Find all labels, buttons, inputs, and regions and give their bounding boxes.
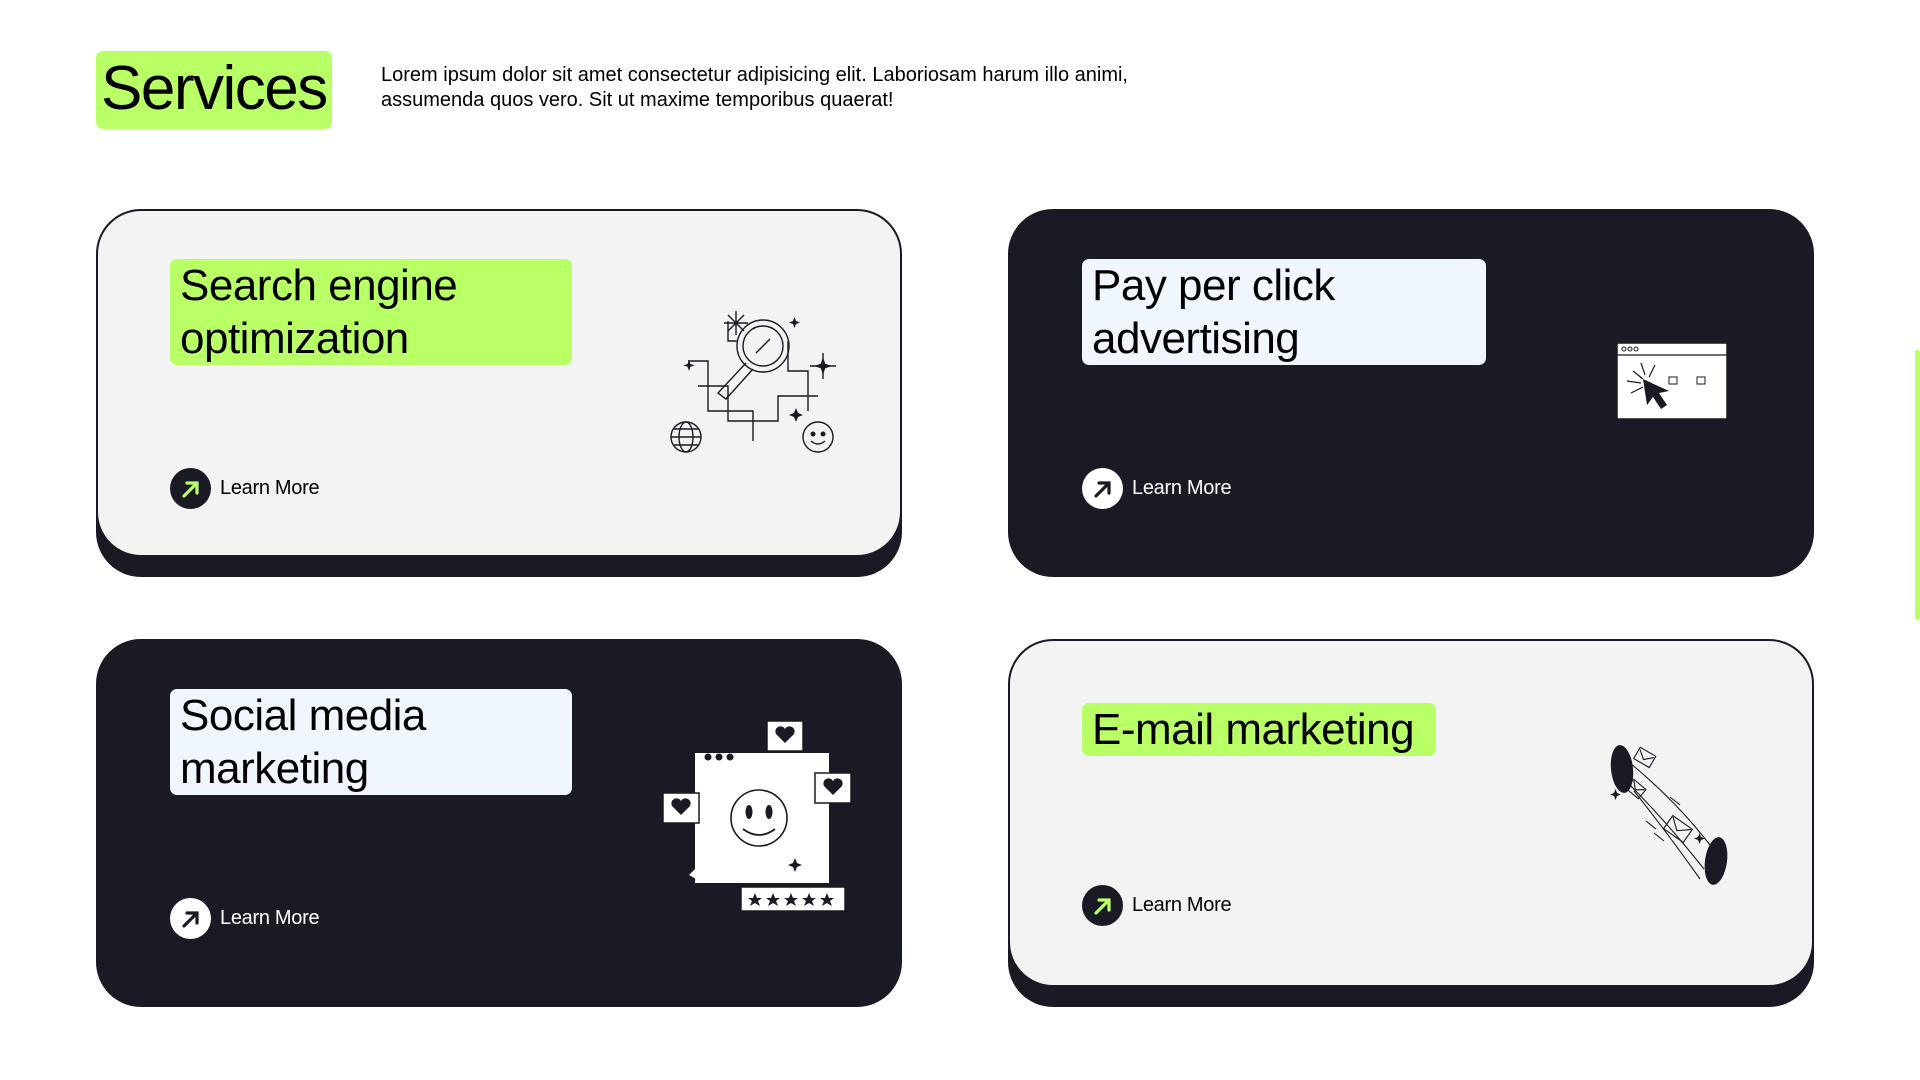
arrow-icon (1082, 885, 1123, 926)
learn-more-label: Learn More (1132, 477, 1232, 499)
learn-more-label: Learn More (220, 477, 320, 499)
social-smiley-icon (663, 720, 852, 912)
page-scrollbar[interactable] (1915, 350, 1920, 620)
card-title-line: Social media (180, 691, 426, 740)
card-title-line: marketing (180, 744, 369, 793)
services-description: Lorem ipsum dolor sit amet consectetur a… (381, 64, 1128, 111)
learn-more-link[interactable]: Learn More (1082, 468, 1232, 509)
seo-magnifier-icon (670, 311, 836, 453)
learn-more-link[interactable]: Learn More (1082, 885, 1232, 926)
learn-more-link[interactable]: Learn More (170, 898, 320, 939)
card-title-line: optimization (180, 314, 409, 363)
page-title: Services (96, 51, 332, 129)
card-title-line: E-mail marketing (1092, 705, 1415, 754)
card-title-line: advertising (1092, 314, 1300, 363)
card-title: Pay per click advertising (1082, 259, 1486, 365)
card-title: Search engine optimization (170, 259, 572, 365)
services-header: Services (96, 51, 332, 129)
email-flow-icon (1610, 745, 1728, 885)
service-card-social: Social media marketing Learn More (96, 639, 902, 987)
learn-more-label: Learn More (220, 907, 320, 929)
card-title: E-mail marketing (1082, 703, 1436, 756)
learn-more-label: Learn More (1132, 894, 1232, 916)
service-card-seo: Search engine optimization Learn More (96, 209, 902, 557)
arrow-icon (1082, 468, 1123, 509)
arrow-icon (170, 468, 211, 509)
service-card-email: E-mail marketing Learn More (1008, 639, 1814, 987)
card-title-line: Search engine (180, 261, 458, 310)
arrow-icon (170, 898, 211, 939)
card-title-line: Pay per click (1092, 261, 1335, 310)
card-title: Social media marketing (170, 689, 572, 795)
service-card-ppc: Pay per click advertising Learn More (1008, 209, 1814, 557)
learn-more-link[interactable]: Learn More (170, 468, 320, 509)
browser-cursor-icon (1616, 342, 1728, 420)
